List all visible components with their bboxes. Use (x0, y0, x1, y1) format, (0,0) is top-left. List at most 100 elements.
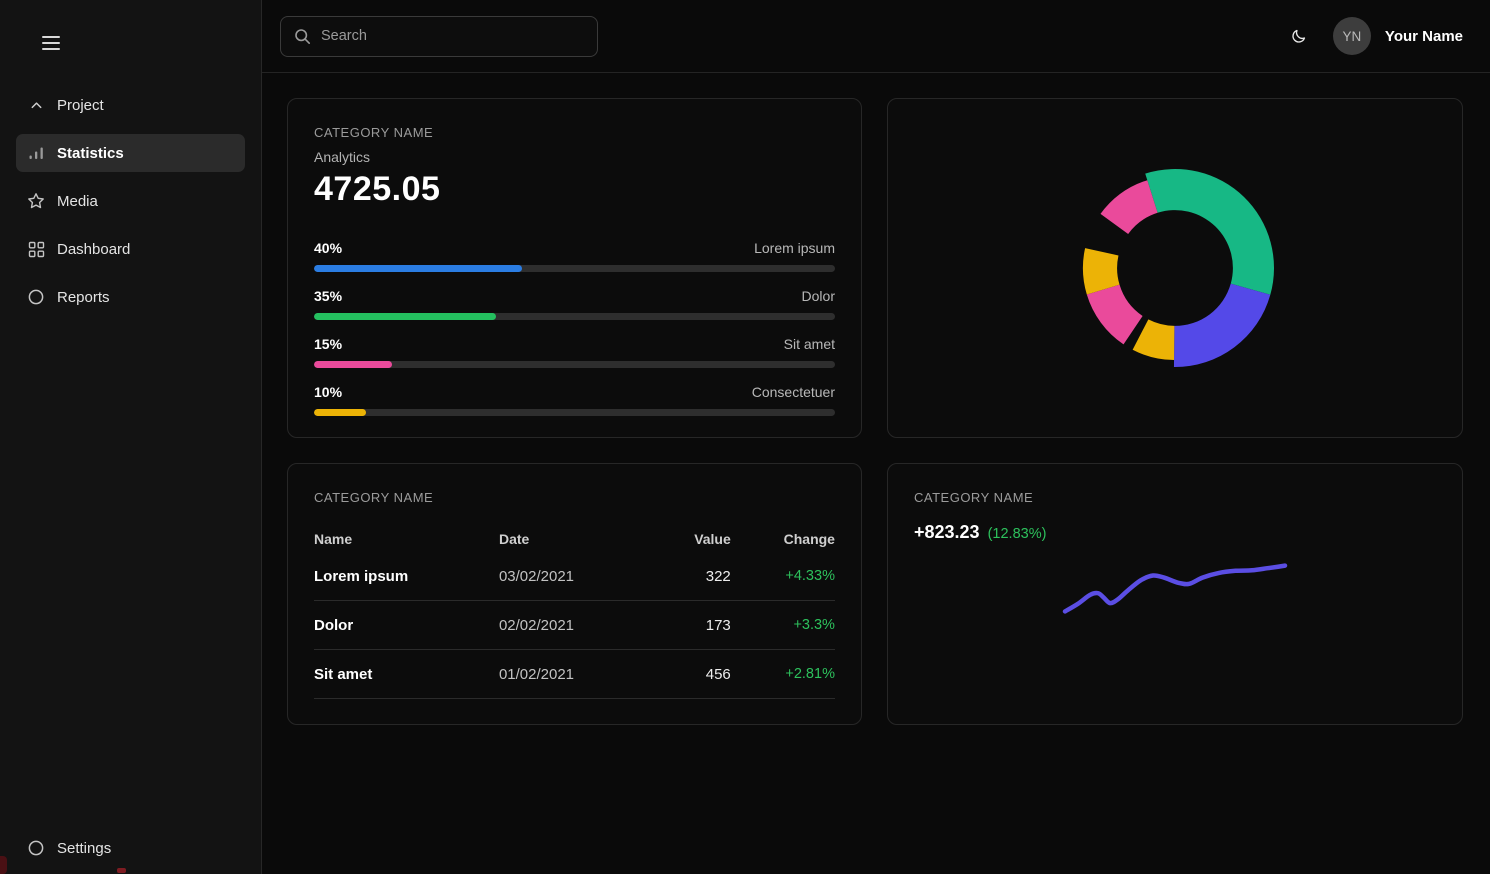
search-box[interactable] (280, 16, 598, 57)
content-area: CATEGORY NAME Analytics 4725.05 40% Lorem… (262, 73, 1490, 725)
table-row[interactable]: Lorem ipsum03/02/2021322+4.33% (314, 552, 835, 601)
analytics-subtitle: Analytics (314, 149, 835, 165)
donut-segment (1145, 169, 1274, 295)
progress-bar-labels: 40% Lorem ipsum (314, 238, 835, 258)
avatar[interactable]: YN (1333, 17, 1371, 55)
chevron-up-icon (26, 98, 46, 113)
progress-bar-labels: 10% Consectetuer (314, 382, 835, 402)
screen-artifact (117, 868, 126, 873)
analytics-card: CATEGORY NAME Analytics 4725.05 40% Lorem… (287, 98, 862, 438)
progress-fill (314, 313, 496, 320)
sidebar-nav: Project Statistics Media Dashboard Reports (0, 86, 261, 326)
progress-bar-labels: 15% Sit amet (314, 334, 835, 354)
donut-chart (1069, 162, 1281, 374)
topbar: YN Your Name (262, 0, 1490, 73)
sidebar: Project Statistics Media Dashboard Reports S… (0, 0, 262, 874)
trend-line-chart (1059, 557, 1291, 619)
cell-value: 456 (632, 666, 731, 683)
table-row[interactable]: Sit amet01/02/2021456+2.81% (314, 650, 835, 699)
bar-chart-icon (26, 145, 46, 161)
progress-category-label: Sit amet (784, 336, 835, 352)
user-name: Your Name (1385, 28, 1463, 45)
cell-name: Lorem ipsum (314, 568, 499, 585)
search-icon (294, 28, 311, 45)
trend-card: CATEGORY NAME +823.23 (12.83%) (887, 463, 1463, 725)
table-header-change: Change (731, 531, 835, 547)
sidebar-item-statistics[interactable]: Statistics (16, 134, 245, 172)
cell-change: +2.81% (731, 666, 835, 682)
progress-percent-label: 10% (314, 384, 342, 400)
sidebar-item-label: Reports (57, 289, 110, 306)
star-icon (26, 192, 46, 210)
dark-mode-toggle[interactable] (1286, 24, 1311, 49)
cell-change: +3.3% (731, 617, 835, 633)
sidebar-item-label: Project (57, 97, 104, 114)
cell-date: 03/02/2021 (499, 568, 632, 585)
donut-chart-card (887, 98, 1463, 438)
progress-bar-group: 35% Dolor (314, 286, 835, 320)
table-card-title: CATEGORY NAME (314, 490, 835, 505)
moon-icon (1290, 28, 1307, 45)
cell-value: 173 (632, 617, 731, 634)
progress-fill (314, 409, 366, 416)
table-header-value: Value (632, 531, 731, 547)
analytics-card-title: CATEGORY NAME (314, 125, 835, 140)
sidebar-item-media[interactable]: Media (16, 182, 245, 220)
cell-name: Sit amet (314, 666, 499, 683)
cell-date: 02/02/2021 (499, 617, 632, 634)
table-header-name: Name (314, 531, 499, 547)
progress-bar-labels: 35% Dolor (314, 286, 835, 306)
sidebar-item-label: Dashboard (57, 241, 130, 258)
cell-name: Dolor (314, 617, 499, 634)
progress-percent-label: 15% (314, 336, 342, 352)
progress-track (314, 265, 835, 272)
sidebar-item-project[interactable]: Project (16, 86, 245, 124)
sidebar-item-dashboard[interactable]: Dashboard (16, 230, 245, 268)
table-header-date: Date (499, 531, 632, 547)
progress-percent-label: 35% (314, 288, 342, 304)
progress-fill (314, 265, 522, 272)
progress-fill (314, 361, 392, 368)
search-input[interactable] (321, 28, 584, 44)
circle-icon (26, 288, 46, 306)
data-table: NameDateValueChangeLorem ipsum03/02/2021… (314, 526, 835, 699)
sidebar-item-label: Settings (57, 840, 111, 857)
donut-segment (1101, 180, 1158, 234)
donut-segment (1133, 319, 1175, 360)
app-window: Project Statistics Media Dashboard Reports S… (0, 0, 1490, 874)
table-card: CATEGORY NAME NameDateValueChangeLorem i… (287, 463, 862, 725)
progress-bar-group: 15% Sit amet (314, 334, 835, 368)
hamburger-menu-icon[interactable] (42, 36, 60, 50)
sidebar-item-settings[interactable]: Settings (16, 829, 245, 867)
progress-category-label: Consectetuer (752, 384, 835, 400)
cell-value: 322 (632, 568, 731, 585)
trend-change-percent: (12.83%) (988, 526, 1047, 542)
progress-bar-list: 40% Lorem ipsum 35% Dolor 15% Sit amet 10% Cons… (314, 238, 835, 416)
trend-line (1065, 566, 1285, 612)
progress-percent-label: 40% (314, 240, 342, 256)
table-row[interactable]: Dolor02/02/2021173+3.3% (314, 601, 835, 650)
sidebar-item-label: Statistics (57, 145, 124, 162)
progress-track (314, 409, 835, 416)
main-column: YN Your Name CATEGORY NAME Analytics 472… (262, 0, 1490, 874)
cell-change: +4.33% (731, 568, 835, 584)
grid-icon (26, 241, 46, 258)
donut-segment (1174, 284, 1270, 367)
trend-value: +823.23 (914, 522, 980, 543)
cell-date: 01/02/2021 (499, 666, 632, 683)
trend-card-title: CATEGORY NAME (914, 490, 1436, 505)
progress-category-label: Lorem ipsum (754, 240, 835, 256)
circle-icon (26, 839, 46, 857)
progress-bar-group: 40% Lorem ipsum (314, 238, 835, 272)
progress-bar-group: 10% Consectetuer (314, 382, 835, 416)
sidebar-item-label: Media (57, 193, 98, 210)
analytics-total-value: 4725.05 (314, 170, 835, 209)
progress-track (314, 313, 835, 320)
screen-artifact (0, 856, 7, 874)
progress-category-label: Dolor (802, 288, 835, 304)
topbar-right: YN Your Name (1286, 17, 1463, 55)
sidebar-item-reports[interactable]: Reports (16, 278, 245, 316)
donut-segment (1087, 285, 1143, 345)
table-header-row: NameDateValueChange (314, 526, 835, 552)
sidebar-footer: Settings (0, 829, 261, 874)
